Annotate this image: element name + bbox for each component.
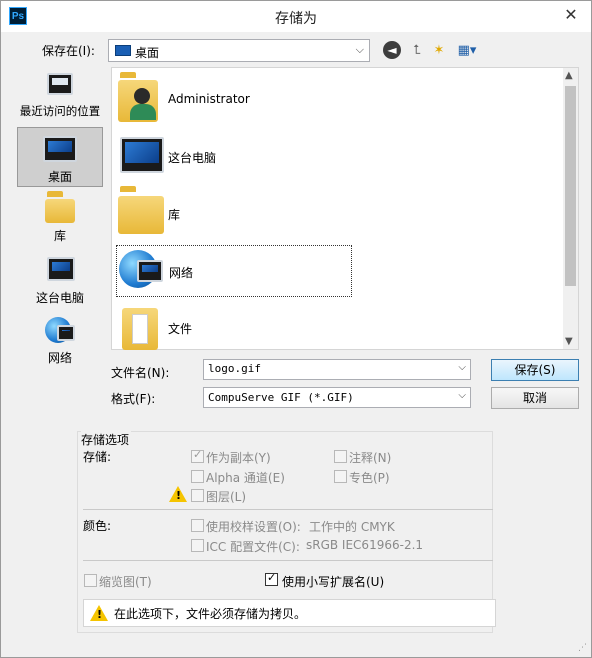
- list-item-label: 文件: [168, 322, 193, 336]
- place-label: 桌面: [47, 170, 72, 184]
- resize-grip-icon[interactable]: ⋰: [578, 643, 587, 653]
- place-this-pc[interactable]: 这台电脑: [17, 257, 103, 307]
- this-pc-icon: [118, 133, 164, 179]
- place-label: 库: [53, 229, 66, 243]
- list-item[interactable]: 网络: [116, 245, 352, 297]
- as-copy-checkbox[interactable]: [191, 448, 204, 463]
- layers-checkbox[interactable]: [191, 489, 204, 502]
- scroll-up-icon[interactable]: ▲: [565, 70, 573, 81]
- divider: [83, 509, 493, 510]
- color-label: 颜色:: [83, 519, 112, 533]
- place-label: 最近访问的位置: [19, 104, 101, 118]
- place-desktop[interactable]: 桌面: [17, 127, 103, 187]
- proof-setup-label: 使用校样设置(O):: [206, 520, 301, 534]
- filename-value: logo.gif: [208, 362, 261, 375]
- vertical-scrollbar[interactable]: ▲ ▼: [563, 68, 578, 349]
- view-menu-icon[interactable]: ▦▾: [453, 41, 481, 61]
- filename-input[interactable]: logo.gif ⌵: [203, 359, 471, 380]
- place-libraries[interactable]: 库: [17, 191, 103, 245]
- list-item-label: 库: [168, 208, 181, 222]
- list-item[interactable]: 这台电脑: [116, 131, 352, 183]
- save-in-dropdown[interactable]: 桌面 ⌵: [108, 39, 370, 62]
- libraries-icon: [45, 191, 75, 223]
- scrollbar-thumb[interactable]: [565, 86, 576, 286]
- this-pc-icon: [45, 257, 75, 283]
- icc-profile-checkbox[interactable]: [191, 539, 204, 552]
- dialog-title: 存储为: [275, 11, 317, 27]
- place-network[interactable]: 网络: [17, 317, 103, 369]
- folder-icon: [118, 304, 164, 350]
- divider: [83, 560, 493, 561]
- save-in-value: 桌面: [135, 46, 160, 60]
- icc-profile-value: sRGB IEC61966-2.1: [306, 538, 424, 552]
- list-item-label: 这台电脑: [168, 151, 217, 165]
- scroll-down-icon[interactable]: ▼: [565, 336, 573, 347]
- desktop-icon: [43, 136, 77, 162]
- storage-label: 存储:: [83, 450, 112, 464]
- file-list[interactable]: Administrator 这台电脑 库 网络 文件 ▲ ▼: [111, 67, 579, 350]
- save-in-label: 保存在(I):: [42, 44, 95, 58]
- places-bar: 最近访问的位置 桌面 库 这台电脑 网络: [13, 67, 109, 377]
- thumbnail-checkbox[interactable]: [84, 574, 97, 587]
- title-bar: Ps 存储为 ✕: [1, 1, 591, 32]
- proof-setup-value: 工作中的 CMYK: [309, 520, 395, 534]
- save-button[interactable]: 保存(S): [491, 359, 579, 381]
- thumbnail-label: 缩览图(T): [99, 575, 152, 589]
- chevron-down-icon[interactable]: ⌵: [458, 362, 466, 373]
- up-folder-icon[interactable]: ⮤: [407, 41, 427, 61]
- close-button[interactable]: ✕: [557, 3, 585, 27]
- lowercase-extension-checkbox[interactable]: [265, 571, 278, 586]
- format-label: 格式(F):: [111, 392, 156, 406]
- notes-checkbox[interactable]: [334, 450, 347, 463]
- cancel-button[interactable]: 取消: [491, 387, 579, 409]
- network-icon: [45, 317, 75, 345]
- place-label: 这台电脑: [35, 291, 84, 305]
- icc-profile-label: ICC 配置文件(C):: [206, 540, 300, 554]
- notes-label: 注释(N): [349, 451, 392, 465]
- list-item[interactable]: 文件: [116, 302, 352, 354]
- save-as-dialog: Ps 存储为 ✕ 保存在(I): 桌面 ⌵ ◄ ⮤ ✶ ▦▾ 最近访问的位置 桌…: [0, 0, 592, 658]
- new-folder-icon[interactable]: ✶: [429, 41, 449, 61]
- chevron-down-icon: ⌵: [355, 43, 364, 56]
- chevron-down-icon: ⌵: [458, 390, 466, 401]
- proof-setup-checkbox[interactable]: [191, 519, 204, 532]
- back-icon[interactable]: ◄: [383, 41, 403, 61]
- place-label: 网络: [47, 351, 72, 365]
- alpha-channels-label: Alpha 通道(E): [206, 471, 285, 485]
- lowercase-extension-label: 使用小写扩展名(U): [282, 575, 385, 589]
- spot-colors-checkbox[interactable]: [334, 470, 347, 483]
- libraries-icon: [118, 186, 164, 236]
- desktop-icon: [115, 45, 131, 56]
- save-options-title: 存储选项: [81, 431, 132, 448]
- format-value: CompuServe GIF (*.GIF): [208, 391, 354, 404]
- layers-label: 图层(L): [206, 490, 247, 504]
- list-item[interactable]: Administrator: [116, 72, 352, 126]
- spot-colors-label: 专色(P): [349, 471, 390, 485]
- notice-box: ! 在此选项下，文件必须存储为拷贝。: [83, 599, 496, 627]
- as-copy-label: 作为副本(Y): [206, 451, 271, 465]
- alpha-channels-checkbox[interactable]: [191, 470, 204, 483]
- filename-label: 文件名(N):: [111, 366, 170, 380]
- user-folder-icon: [118, 72, 164, 122]
- notice-text: 在此选项下，文件必须存储为拷贝。: [114, 607, 307, 621]
- warning-icon: !: [90, 605, 108, 621]
- list-item-label: Administrator: [168, 92, 250, 106]
- network-icon: [119, 248, 165, 294]
- format-dropdown[interactable]: CompuServe GIF (*.GIF) ⌵: [203, 387, 471, 408]
- recent-places-icon: [45, 71, 75, 99]
- list-item-label: 网络: [169, 266, 194, 280]
- warning-icon: !: [169, 486, 187, 502]
- place-recent[interactable]: 最近访问的位置: [17, 69, 103, 125]
- list-item[interactable]: 库: [116, 186, 352, 240]
